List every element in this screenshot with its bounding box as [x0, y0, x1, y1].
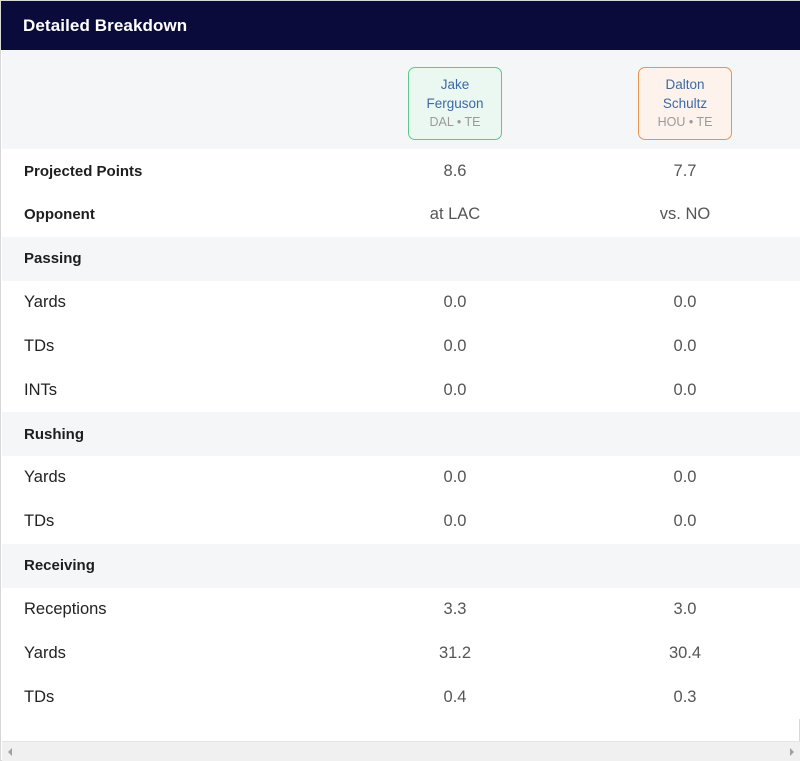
row-label: Receptions: [24, 600, 107, 618]
table-row: Opponent at LAC vs. NO: [2, 192, 800, 237]
player-card-2[interactable]: Dalton Schultz HOU • TE: [638, 67, 732, 140]
player-first-name: Dalton: [665, 77, 705, 92]
row-label: TDs: [24, 336, 55, 355]
section-label: Passing: [24, 250, 82, 268]
table-row: TDs 0.4 0.3: [2, 675, 800, 720]
row-label: TDs: [24, 687, 55, 706]
horizontal-scrollbar[interactable]: [2, 741, 800, 761]
player-1-value: 0.0: [443, 336, 467, 355]
row-label: Projected Points: [24, 162, 143, 180]
player-1-value: 31.2: [438, 643, 472, 662]
player-team-position: HOU • TE: [657, 115, 713, 129]
player-2-value: 30.4: [668, 643, 702, 662]
player-2-value: vs. NO: [659, 205, 711, 224]
player-last-name: Schultz: [662, 96, 708, 111]
section-header-row: Receiving: [2, 543, 800, 588]
panel-header: Detailed Breakdown: [1, 1, 800, 50]
section-header-row: Passing: [2, 236, 800, 281]
table-row: Yards 31.2 30.4: [2, 631, 800, 676]
player-first-name: Jake: [440, 77, 470, 92]
panel-title: Detailed Breakdown: [23, 15, 188, 35]
player-2-value: 0.0: [673, 293, 697, 312]
section-label: Rushing: [24, 425, 84, 443]
section-label: Receiving: [24, 557, 95, 575]
player-1-value: 0.0: [443, 512, 467, 531]
players-header-row: Jake Ferguson DAL • TE Dalton Schultz HO…: [2, 50, 800, 149]
player-2-value: 3.0: [673, 600, 697, 618]
player-card-1[interactable]: Jake Ferguson DAL • TE: [408, 67, 502, 140]
scroll-left-arrow-icon[interactable]: [8, 748, 12, 756]
player-1-value: at LAC: [429, 205, 481, 224]
table-row: INTs 0.0 0.0: [2, 368, 800, 413]
player-1-value: 0.4: [443, 687, 467, 706]
player-2-value: 0.0: [673, 468, 697, 487]
row-label: INTs: [24, 380, 57, 399]
player-2-value: 0.0: [673, 336, 697, 355]
table-row: Receptions 3.3 3.0: [2, 587, 800, 632]
table-row: TDs 0.0 0.0: [2, 324, 800, 369]
player-2-value: 0.0: [673, 512, 697, 531]
player-2-value: 7.7: [673, 161, 697, 180]
section-header-row: Rushing: [2, 412, 800, 457]
row-label: Yards: [24, 293, 66, 312]
table-row: Projected Points 8.6 7.7: [2, 149, 800, 193]
row-label: Yards: [24, 468, 66, 487]
player-1-value: 0.0: [443, 293, 467, 312]
player-1-value: 0.0: [443, 468, 467, 487]
row-label: Opponent: [24, 206, 95, 224]
player-1-value: 8.6: [443, 161, 467, 180]
player-last-name: Ferguson: [426, 96, 484, 111]
row-label: TDs: [24, 512, 55, 531]
scroll-right-arrow-icon[interactable]: [790, 748, 794, 756]
table-row: Yards 0.0 0.0: [2, 280, 800, 325]
table-row: TDs 0.0 0.0: [2, 499, 800, 544]
row-label: Yards: [24, 643, 66, 662]
player-team-position: DAL • TE: [429, 115, 481, 129]
player-2-value: 0.0: [673, 380, 697, 399]
player-2-value: 0.3: [673, 687, 697, 706]
detailed-breakdown-panel: Detailed Breakdown Jake Ferguson DAL • T…: [0, 0, 800, 761]
player-1-value: 0.0: [443, 380, 467, 399]
player-1-value: 3.3: [443, 600, 467, 618]
table-row: Yards 0.0 0.0: [2, 455, 800, 500]
